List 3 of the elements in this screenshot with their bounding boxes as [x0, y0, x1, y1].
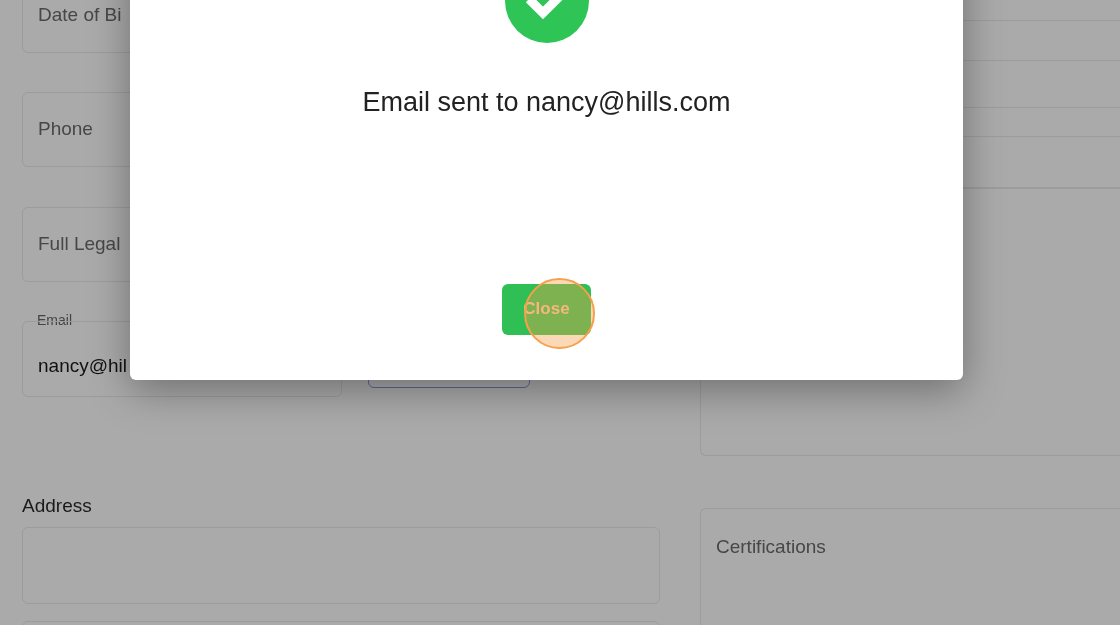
field-value: nancy@hil	[38, 353, 127, 378]
address-label: Address	[22, 494, 93, 518]
dialog-message: Email sent to nancy@hills.com	[362, 86, 731, 119]
